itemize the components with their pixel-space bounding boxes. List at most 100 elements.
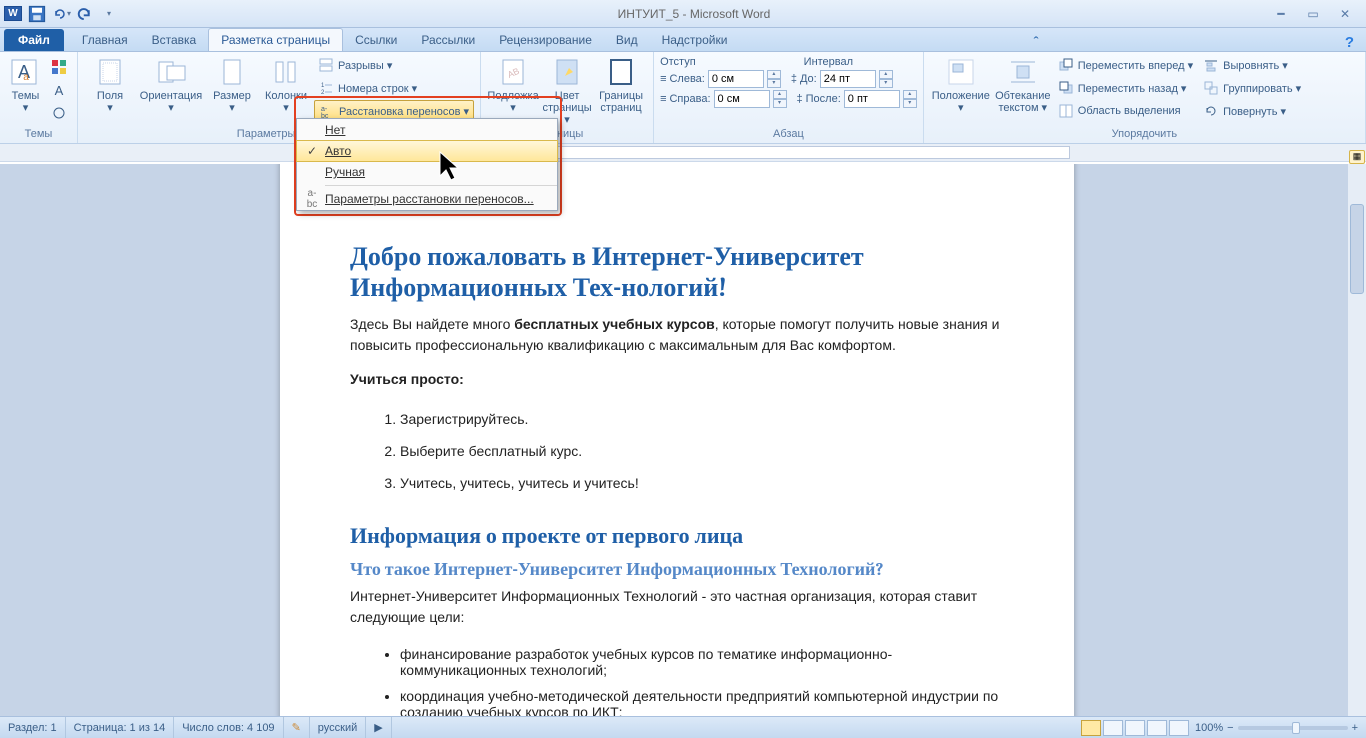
theme-effects-button[interactable]	[47, 102, 71, 124]
qat-customize-icon[interactable]: ▾	[98, 3, 120, 25]
breaks-button[interactable]: Разрывы ▾	[314, 54, 474, 76]
zoom-in-button[interactable]: +	[1352, 722, 1358, 734]
line-numbers-icon: 12	[318, 80, 334, 96]
tab-mailings[interactable]: Рассылки	[409, 29, 487, 51]
zoom-level[interactable]: 100%	[1195, 722, 1223, 734]
list-item: Зарегистрируйтесь.	[400, 403, 1004, 435]
document-page[interactable]: Добро пожаловать в Интернет-Университет …	[280, 164, 1074, 716]
view-outline-icon[interactable]	[1147, 720, 1167, 736]
zoom-out-button[interactable]: −	[1227, 722, 1233, 734]
status-macro[interactable]: ▶	[366, 717, 391, 738]
tab-references[interactable]: Ссылки	[343, 29, 409, 51]
themes-button[interactable]: Aa Темы▾	[6, 54, 45, 114]
watermark-button[interactable]: ABПодложка▾	[487, 54, 539, 114]
view-web-layout-icon[interactable]	[1125, 720, 1145, 736]
status-word-count[interactable]: Число слов: 4 109	[174, 717, 283, 738]
rotate-button[interactable]: Повернуть ▾	[1199, 100, 1305, 122]
doc-heading-1: Добро пожаловать в Интернет-Университет …	[350, 242, 1004, 304]
spinner-down-icon[interactable]: ▾	[767, 79, 781, 88]
group-objects-button[interactable]: Группировать ▾	[1199, 77, 1305, 99]
status-section[interactable]: Раздел: 1	[0, 717, 66, 738]
menu-item-none[interactable]: Нет	[297, 119, 557, 141]
maximize-icon[interactable]: ▭	[1300, 5, 1326, 23]
wrap-text-button[interactable]: Обтеканиетекстом ▾	[994, 54, 1052, 114]
page-borders-button[interactable]: Границыстраниц	[595, 54, 647, 114]
spacing-after-icon: ‡	[797, 93, 803, 105]
file-tab[interactable]: Файл	[4, 29, 64, 51]
doc-paragraph-2: Учиться просто:	[350, 369, 1004, 389]
scrollbar-thumb[interactable]	[1350, 204, 1364, 294]
menu-item-manual[interactable]: Ручная	[297, 161, 557, 183]
menu-separator	[325, 185, 557, 186]
vertical-scrollbar[interactable]	[1348, 164, 1366, 716]
orientation-icon	[155, 56, 187, 88]
send-backward-icon	[1058, 80, 1074, 96]
horizontal-ruler[interactable]	[0, 144, 1366, 162]
undo-icon[interactable]: ▾	[50, 3, 72, 25]
save-icon[interactable]	[26, 3, 48, 25]
tab-page-layout[interactable]: Разметка страницы	[208, 28, 343, 51]
selection-pane-button[interactable]: Область выделения	[1054, 100, 1197, 122]
bring-forward-icon	[1058, 57, 1074, 73]
hyphenation-options-icon: a-bc	[299, 188, 325, 210]
tab-addins[interactable]: Надстройки	[650, 29, 740, 51]
group-paragraph-label: Абзац	[660, 128, 917, 142]
word-app-icon[interactable]: W	[2, 3, 24, 25]
view-draft-icon[interactable]	[1169, 720, 1189, 736]
group-themes: Aa Темы▾ A Темы	[0, 52, 78, 143]
page-color-button[interactable]: Цветстраницы ▾	[541, 54, 593, 126]
indent-right-input[interactable]	[714, 90, 770, 108]
wrap-icon	[1007, 56, 1039, 88]
orientation-button[interactable]: Ориентация▾	[138, 54, 204, 114]
redo-icon[interactable]	[74, 3, 96, 25]
zoom-slider[interactable]	[1238, 726, 1348, 730]
theme-colors-button[interactable]	[47, 56, 71, 78]
help-icon[interactable]: ?	[1345, 34, 1354, 51]
watermark-icon: AB	[497, 56, 529, 88]
proofing-icon: ✎	[292, 721, 301, 734]
size-label: Размер	[213, 90, 251, 102]
indent-right-icon: ≡	[660, 93, 666, 105]
orientation-label: Ориентация	[140, 90, 202, 102]
ribbon-minimize-icon[interactable]: ˆ	[1034, 34, 1039, 51]
send-backward-button[interactable]: Переместить назад ▾	[1054, 77, 1197, 99]
bring-forward-button[interactable]: Переместить вперед ▾	[1054, 54, 1197, 76]
page-borders-icon	[605, 56, 637, 88]
theme-fonts-button[interactable]: A	[47, 79, 71, 101]
indent-left-input[interactable]	[708, 70, 764, 88]
spinner-up-icon[interactable]: ▴	[767, 70, 781, 79]
spacing-before-input[interactable]	[820, 70, 876, 88]
svg-text:a: a	[23, 72, 29, 83]
position-button[interactable]: Положение▾	[930, 54, 992, 114]
status-language[interactable]: русский	[310, 717, 366, 738]
tab-review[interactable]: Рецензирование	[487, 29, 604, 51]
ruler-toggle-icon[interactable]: ▦	[1349, 150, 1365, 164]
breaks-icon	[318, 57, 334, 73]
size-button[interactable]: Размер▾	[206, 54, 258, 114]
line-numbers-button[interactable]: 12Номера строк ▾	[314, 77, 474, 99]
margins-icon	[94, 56, 126, 88]
group-arrange-label: Упорядочить	[930, 128, 1359, 142]
view-print-layout-icon[interactable]	[1081, 720, 1101, 736]
menu-item-hyphenation-options[interactable]: a-bcПараметры расстановки переносов...	[297, 188, 557, 210]
close-icon[interactable]: ✕	[1332, 5, 1358, 23]
minimize-icon[interactable]: ━	[1268, 5, 1294, 23]
margins-button[interactable]: Поля▾	[84, 54, 136, 114]
status-bar: Раздел: 1 Страница: 1 из 14 Число слов: …	[0, 716, 1366, 738]
menu-item-auto[interactable]: ✓Авто	[296, 140, 558, 162]
list-item: финансирование разработок учебных курсов…	[400, 641, 1004, 683]
tab-view[interactable]: Вид	[604, 29, 650, 51]
view-full-screen-icon[interactable]	[1103, 720, 1123, 736]
tab-insert[interactable]: Вставка	[140, 29, 209, 51]
svg-text:1: 1	[321, 83, 325, 89]
tab-home[interactable]: Главная	[70, 29, 140, 51]
status-page[interactable]: Страница: 1 из 14	[66, 717, 175, 738]
position-icon	[945, 56, 977, 88]
columns-button[interactable]: Колонки▾	[260, 54, 312, 114]
group-themes-label: Темы	[6, 128, 71, 142]
align-button[interactable]: Выровнять ▾	[1199, 54, 1305, 76]
spacing-after-input[interactable]	[844, 90, 900, 108]
status-proofing[interactable]: ✎	[284, 717, 310, 738]
indent-title: Отступ	[660, 56, 696, 68]
zoom-slider-knob[interactable]	[1292, 722, 1300, 734]
